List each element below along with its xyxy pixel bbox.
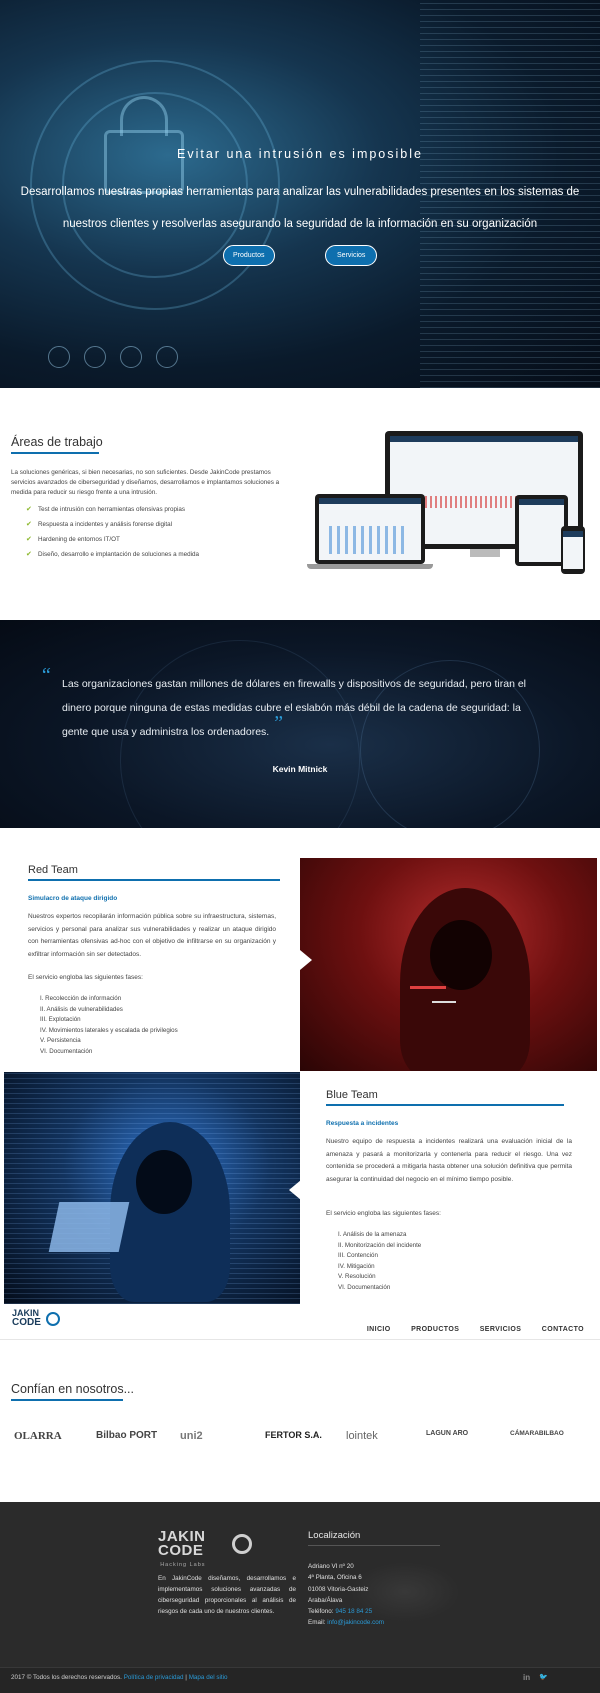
footer bbox=[0, 1502, 600, 1693]
red-team-kicker: Simulacro de ataque dirigido bbox=[28, 895, 118, 902]
footer-description: En JakinCode diseñamos, desarrollamos e … bbox=[158, 1575, 296, 1615]
hero-title: Evitar una intrusión es imposible bbox=[177, 147, 423, 161]
list-item: III. Contención bbox=[338, 1252, 378, 1259]
client-logo-lagun-aro: LAGUN ARO bbox=[426, 1430, 469, 1437]
quote-close-icon: ” bbox=[272, 712, 284, 734]
footer-logo: JAKIN CODE Hacking Labs bbox=[158, 1528, 206, 1568]
blue-team-underline bbox=[326, 1104, 564, 1106]
services-button[interactable]: Servicios bbox=[325, 245, 378, 266]
check-icon: ✔ bbox=[26, 506, 32, 513]
location-underline bbox=[308, 1545, 440, 1546]
red-team-phases-intro: El servicio engloba las siguientes fases… bbox=[28, 974, 143, 981]
list-item: I. Recolección de información bbox=[40, 995, 122, 1002]
quote-text: Las organizaciones gastan millones de dó… bbox=[62, 678, 527, 738]
hero-subtitle: Desarrollamos nuestras propias herramien… bbox=[20, 186, 580, 230]
circuit-icon bbox=[48, 346, 70, 368]
monitor-stand bbox=[470, 549, 500, 557]
gear-icon bbox=[232, 1534, 252, 1554]
blue-team-phases: I. Análisis de la amenaza II. Monitoriza… bbox=[338, 1230, 421, 1293]
blue-team-description: Nuestro equipo de respuesta a incidentes… bbox=[326, 1138, 572, 1183]
list-item: IV. Mitigación bbox=[338, 1262, 375, 1270]
circuit-icon bbox=[120, 346, 142, 368]
check-icon: ✔ bbox=[26, 551, 32, 558]
nav-item-contacto[interactable]: CONTACTO bbox=[542, 1326, 584, 1333]
areas-list: ✔ Test de intrusión con herramientas ofen… bbox=[26, 502, 199, 562]
client-logo-fertor: FERTOR S.A. bbox=[265, 1430, 322, 1440]
list-item: III. Explotación bbox=[40, 1016, 81, 1023]
blue-team-notch bbox=[289, 1180, 301, 1200]
email-link[interactable]: info@jakincode.com bbox=[327, 1619, 384, 1626]
areas-title-underline bbox=[11, 452, 99, 454]
sitemap-link[interactable]: Mapa del sitio bbox=[189, 1674, 228, 1681]
list-item: VI. Documentación bbox=[40, 1047, 93, 1055]
areas-intro: La soluciones genéricas, si bien necesar… bbox=[11, 469, 280, 496]
red-team-phases: I. Recolección de información II. Anális… bbox=[40, 994, 178, 1057]
copyright: 2017 © Todos los derechos reservados. Po… bbox=[11, 1674, 228, 1681]
red-team-description: Nuestros expertos recopilarán informació… bbox=[28, 913, 276, 958]
list-item: ✔ Diseño, desarrollo e implantación de so… bbox=[26, 547, 199, 562]
list-item: ✔ Hardening de entornos IT/OT bbox=[26, 532, 199, 547]
laptop-device bbox=[315, 494, 425, 564]
red-team-title: Red Team bbox=[28, 864, 78, 876]
quote-author: Kevin Mitnick bbox=[272, 764, 328, 774]
laptop-base bbox=[307, 564, 433, 569]
red-team-underline bbox=[28, 879, 280, 881]
quote-open-icon: “ bbox=[40, 664, 52, 686]
nav-item-servicios[interactable]: SERVICIOS bbox=[480, 1326, 522, 1333]
phone-device bbox=[561, 526, 585, 574]
list-item: V. Persistencia bbox=[40, 1037, 81, 1044]
blue-team-image bbox=[4, 1072, 300, 1304]
list-item: I. Análisis de la amenaza bbox=[338, 1231, 407, 1238]
blue-team-kicker: Respuesta a incidentes bbox=[326, 1120, 399, 1127]
location-title: Localización bbox=[308, 1530, 361, 1541]
clients-title: Confían en nosotros... bbox=[11, 1382, 134, 1396]
phone-link[interactable]: 945 18 84 25 bbox=[335, 1608, 372, 1615]
red-team-notch bbox=[300, 950, 312, 970]
client-logo-uni2: uni2 bbox=[180, 1430, 203, 1442]
products-button[interactable]: Productos bbox=[222, 245, 275, 266]
twitter-icon[interactable]: 🐦 bbox=[539, 1673, 548, 1681]
blue-team-phases-intro: El servicio engloba las siguientes fases… bbox=[326, 1210, 441, 1217]
list-item: ✔ Respuesta a incidentes y análisis foren… bbox=[26, 517, 199, 532]
circuit-icon bbox=[156, 346, 178, 368]
areas-title: Áreas de trabajo bbox=[11, 435, 103, 449]
circuit-icon bbox=[84, 346, 106, 368]
nav-item-inicio[interactable]: INICIO bbox=[367, 1326, 391, 1333]
list-item: V. Resolución bbox=[338, 1273, 376, 1280]
hero-circuit-icons bbox=[48, 346, 192, 373]
gear-icon bbox=[46, 1312, 60, 1326]
red-team-image bbox=[300, 858, 597, 1071]
client-logo-olarra: OLARRA bbox=[14, 1430, 62, 1442]
list-item: VI. Documentación bbox=[338, 1283, 391, 1291]
nav-logo[interactable]: JAKIN CODE bbox=[12, 1309, 41, 1328]
blue-team-title: Blue Team bbox=[326, 1089, 378, 1101]
list-item: II. Monitorización del incidente bbox=[338, 1241, 422, 1249]
list-item: II. Análisis de vulnerabilidades bbox=[40, 1005, 123, 1013]
hero-banner: Evitar una intrusión es imposible Desarr… bbox=[0, 0, 600, 388]
client-logo-lointek: lointek bbox=[346, 1430, 378, 1442]
nav-menu: INICIO PRODUCTOS SERVICIOS CONTACTO bbox=[351, 1318, 584, 1336]
clients-title-underline bbox=[11, 1399, 123, 1401]
list-item: ✔ Test de intrusión con herramientas ofen… bbox=[26, 502, 199, 517]
check-icon: ✔ bbox=[26, 521, 32, 528]
list-item: IV. Movimientos laterales y escalada de … bbox=[40, 1026, 178, 1034]
footer-address: Adriano VI nº 20 4ª Planta, Oficina 6 01… bbox=[308, 1563, 385, 1627]
privacy-link[interactable]: Política de privacidad bbox=[124, 1674, 184, 1681]
linkedin-icon[interactable]: in bbox=[523, 1673, 530, 1682]
client-logo-bilbao-port: Bilbao PORT bbox=[96, 1430, 158, 1441]
check-icon: ✔ bbox=[26, 536, 32, 543]
client-logo-camarabilbao: CÁMARABILBAO bbox=[510, 1430, 564, 1437]
nav-item-productos[interactable]: PRODUCTOS bbox=[411, 1326, 459, 1333]
